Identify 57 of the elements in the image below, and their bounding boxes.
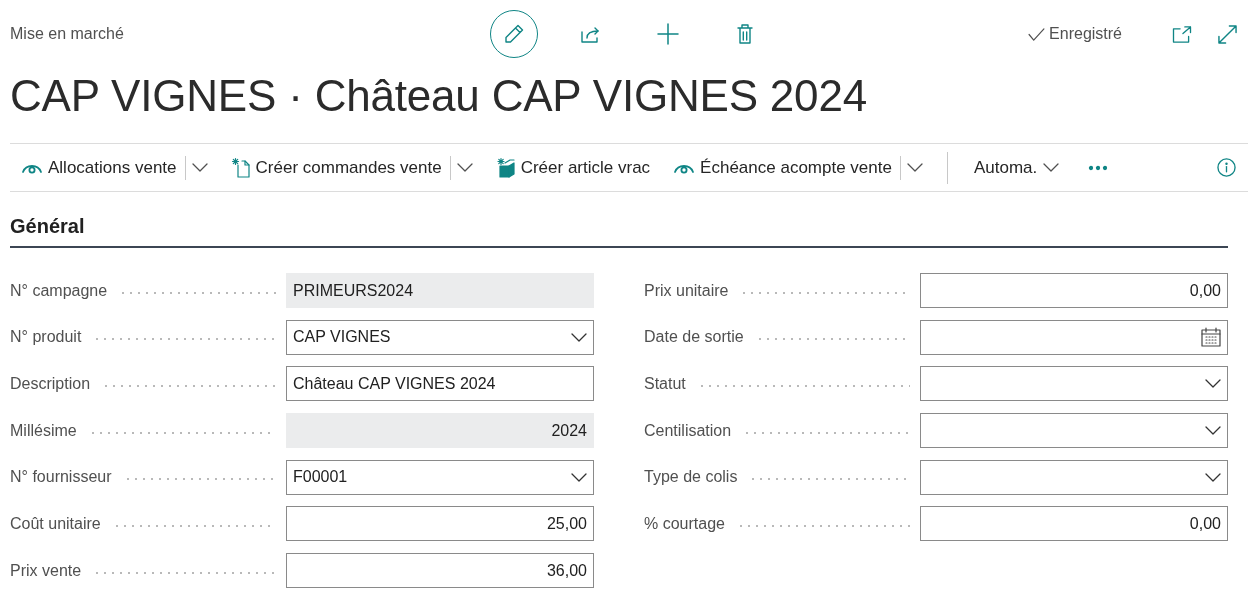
save-status: Enregistré — [1049, 25, 1122, 43]
action-button[interactable]: Créer article vrac — [496, 157, 651, 178]
dropdown-field[interactable] — [920, 459, 1228, 495]
field-label: Date de sortie — [644, 328, 744, 347]
chevron-down-icon — [1205, 379, 1221, 389]
field-label: Prix unitaire — [644, 281, 729, 300]
dropdown-field[interactable] — [920, 413, 1228, 449]
edit-button[interactable] — [489, 10, 538, 58]
share-icon[interactable] — [580, 25, 601, 43]
field-label: N° produit — [10, 328, 82, 347]
expand-icon[interactable] — [1218, 24, 1237, 44]
field-label: Coût unitaire — [10, 514, 101, 533]
field-label: % courtage — [644, 514, 725, 533]
dropdown-field[interactable]: F00001 — [286, 459, 594, 495]
page-caption: Mise en marché — [10, 25, 124, 43]
field-label: N° fournisseur — [10, 468, 112, 487]
menu-button[interactable]: Automa. — [973, 157, 1060, 178]
text-field[interactable]: Château CAP VIGNES 2024 — [286, 366, 594, 402]
field-label: Prix vente — [10, 561, 82, 580]
chevron-down-icon — [1205, 472, 1221, 482]
pop-out-icon[interactable] — [1172, 25, 1192, 43]
chevron-down-icon — [1043, 163, 1060, 172]
add-icon[interactable] — [657, 24, 678, 44]
document-sparkle-icon — [231, 157, 250, 178]
field-label: Description — [10, 374, 91, 393]
trash-icon[interactable] — [736, 24, 753, 44]
field-label: N° campagne — [10, 281, 108, 300]
chevron-down-icon — [906, 163, 923, 172]
more-icon[interactable] — [1089, 165, 1108, 170]
chevron-down-icon — [571, 472, 587, 482]
chevron-down-icon — [191, 163, 208, 172]
info-icon[interactable] — [1217, 158, 1236, 177]
field-label: Millésime — [10, 421, 77, 440]
chevron-down-icon — [1205, 426, 1221, 436]
date-field[interactable] — [920, 319, 1228, 355]
chevron-down-icon — [571, 332, 587, 342]
calendar-icon[interactable] — [1201, 327, 1221, 348]
page-title: CAP VIGNES · Château CAP VIGNES 2024 — [10, 70, 868, 122]
dropdown-field[interactable] — [920, 366, 1228, 402]
number-field[interactable]: 0,00 — [920, 273, 1228, 308]
action-button[interactable]: Créer commandes vente — [231, 155, 473, 180]
chevron-down-icon — [456, 163, 473, 172]
field-label: Centilisation — [644, 421, 732, 440]
dropdown-field[interactable]: CAP VIGNES — [286, 319, 594, 355]
text-field[interactable]: PRIMEURS2024 — [286, 273, 594, 308]
action-button[interactable]: Échéance acompte vente — [674, 155, 923, 180]
number-field[interactable]: 0,00 — [920, 506, 1228, 542]
pencil-icon — [503, 24, 524, 44]
number-field[interactable]: 2024 — [286, 413, 594, 449]
box-sparkle-icon — [496, 157, 515, 178]
action-button[interactable]: Allocations vente — [22, 155, 208, 180]
check-icon — [1028, 27, 1046, 41]
number-field[interactable]: 25,00 — [286, 506, 594, 542]
field-label: Type de colis — [644, 468, 738, 487]
field-label: Statut — [644, 374, 686, 393]
number-field[interactable]: 36,00 — [286, 553, 594, 589]
section-title: Général — [10, 214, 85, 239]
